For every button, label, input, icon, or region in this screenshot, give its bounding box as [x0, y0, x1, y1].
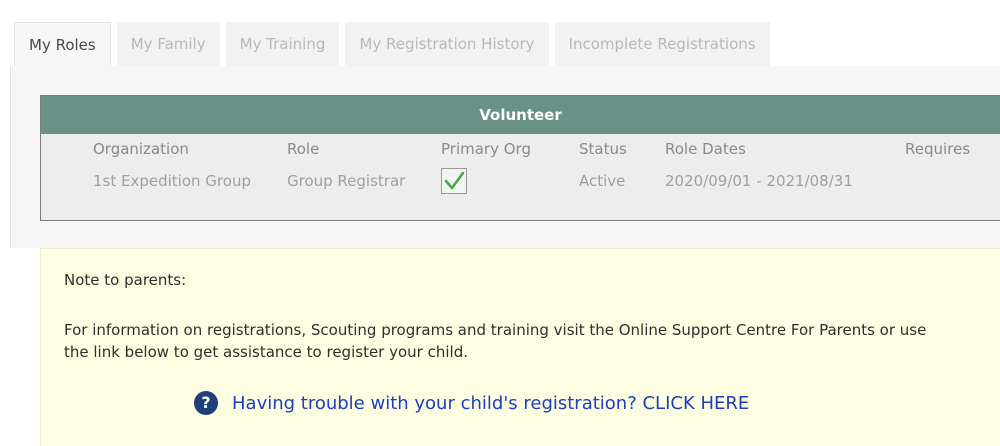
- volunteer-table-header-row: Organization Role Primary Org Status Rol…: [41, 134, 1000, 164]
- checkmark-icon: [444, 171, 465, 190]
- tab-my-family[interactable]: My Family: [116, 22, 220, 66]
- volunteer-table-title: Volunteer: [41, 96, 1000, 134]
- tab-my-training[interactable]: My Training: [225, 22, 340, 66]
- table-row: 1st Expedition Group Group Registrar Act…: [41, 164, 1000, 198]
- column-header-role-dates: Role Dates: [665, 140, 746, 158]
- note-body: For information on registrations, Scouti…: [64, 321, 927, 361]
- help-link-text[interactable]: Having trouble with your child's registr…: [232, 393, 749, 414]
- registration-help-link[interactable]: ? Having trouble with your child's regis…: [194, 391, 749, 415]
- cell-status: Active: [579, 172, 626, 190]
- page: My Roles My Family My Training My Regist…: [0, 0, 1000, 446]
- cell-role: Group Registrar: [287, 172, 406, 190]
- tab-my-roles[interactable]: My Roles: [14, 22, 111, 68]
- tab-my-registration-history[interactable]: My Registration History: [345, 22, 549, 66]
- column-header-requires: Requires: [905, 140, 971, 158]
- column-header-primary-org: Primary Org: [441, 140, 531, 158]
- column-header-status: Status: [579, 140, 627, 158]
- tab-bar: My Roles My Family My Training My Regist…: [14, 22, 776, 68]
- note-title: Note to parents:: [64, 271, 187, 289]
- cell-role-dates: 2020/09/01 - 2021/08/31: [665, 172, 853, 190]
- parents-note: Note to parents: For information on regi…: [40, 248, 1000, 446]
- primary-org-checkbox[interactable]: [441, 168, 467, 194]
- tab-incomplete-registrations[interactable]: Incomplete Registrations: [554, 22, 770, 66]
- volunteer-table: Volunteer Organization Role Primary Org …: [40, 95, 1000, 221]
- column-header-organization: Organization: [93, 140, 189, 158]
- column-header-role: Role: [287, 140, 320, 158]
- cell-organization: 1st Expedition Group: [93, 172, 251, 190]
- question-circle-icon[interactable]: ?: [194, 391, 218, 415]
